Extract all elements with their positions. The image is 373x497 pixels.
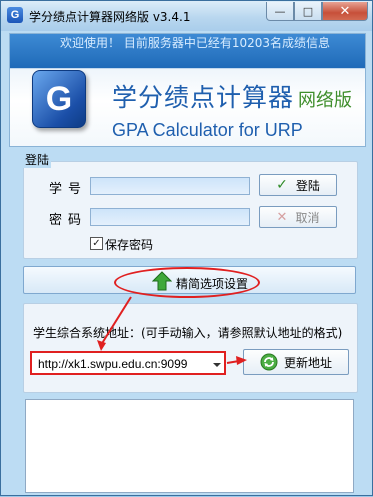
app-logo-icon: G (32, 70, 86, 128)
highlight-ellipse (114, 267, 260, 298)
maximize-button[interactable]: □ (294, 2, 322, 21)
title-bar[interactable]: G 学分绩点计算器网络版 v3.4.1 — □ ✕ (1, 1, 372, 31)
app-banner: 欢迎使用！ 目前服务器中已经有10203名成绩信息 G 学分绩点计算器 网络版 … (9, 33, 366, 147)
close-icon: ✕ (339, 3, 351, 19)
address-label: 学生综合系统地址：(可手动输入，请参照默认地址的格式) (33, 326, 343, 340)
address-value: http://xk1.swpu.edu.cn:9099 (38, 357, 188, 371)
update-address-button[interactable]: 更新地址 (243, 349, 349, 375)
checkmark-icon: ✓ (276, 177, 288, 193)
password-input[interactable] (90, 208, 250, 226)
minimize-button[interactable]: — (266, 2, 294, 21)
login-button[interactable]: ✓ 登陆 (259, 174, 337, 196)
brand-title-cn: 学分绩点计算器 (112, 83, 295, 112)
address-combobox[interactable]: http://xk1.swpu.edu.cn:9099 (30, 351, 226, 375)
app-g-icon: G (7, 7, 23, 23)
password-label: 密码 (49, 213, 88, 228)
app-window: G 学分绩点计算器网络版 v3.4.1 — □ ✕ 欢迎使用！ 目前服务器中已经… (0, 0, 373, 496)
window-title: 学分绩点计算器网络版 v3.4.1 (29, 10, 191, 24)
welcome-marquee: 欢迎使用！ 目前服务器中已经有10203名成绩信息 (10, 34, 365, 68)
brand-edition: 网络版 (298, 90, 352, 111)
dropdown-arrow-icon[interactable] (213, 363, 221, 367)
close-button[interactable]: ✕ (322, 2, 368, 21)
output-log-area[interactable] (25, 399, 354, 493)
remember-password-label: 保存密码 (105, 238, 154, 252)
student-id-label: 学号 (49, 182, 88, 197)
login-group-label: 登陆 (23, 151, 52, 168)
brand-title-en: GPA Calculator for URP (112, 120, 303, 140)
student-id-input[interactable] (90, 177, 250, 195)
remember-password-checkbox[interactable]: ✓ (90, 237, 103, 250)
address-group (23, 303, 358, 393)
refresh-icon (260, 353, 278, 371)
minimize-icon: — (274, 4, 286, 18)
marquee-text: 欢迎使用！ 目前服务器中已经有10203名成绩信息 (60, 36, 330, 50)
maximize-icon: □ (302, 4, 314, 18)
cancel-button[interactable]: ✕ 取消 (259, 206, 337, 228)
window-controls: — □ ✕ (266, 2, 368, 22)
cancel-x-icon: ✕ (276, 209, 288, 225)
